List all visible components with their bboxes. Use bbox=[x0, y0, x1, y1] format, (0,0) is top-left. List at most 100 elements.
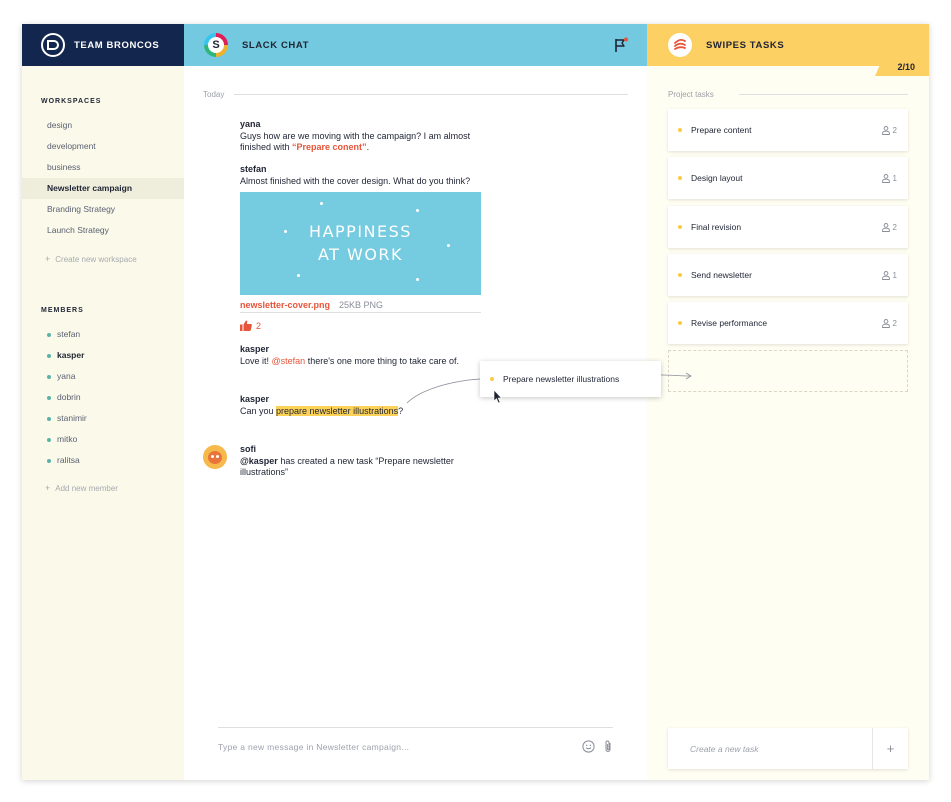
task-item[interactable]: Prepare content 2 bbox=[668, 109, 908, 151]
attachment-filename[interactable]: newsletter-cover.png bbox=[240, 300, 330, 310]
project-tasks-divider: Project tasks bbox=[668, 89, 908, 99]
dragging-task-card[interactable]: Prepare newsletter illustrations bbox=[480, 361, 661, 397]
task-counter-badge: 2/10 bbox=[875, 58, 929, 76]
new-task-box: + bbox=[668, 728, 908, 769]
message-sofi: sofi @kasper has created a new task “Pre… bbox=[240, 444, 480, 478]
member-item-yana[interactable]: yana bbox=[22, 366, 184, 387]
workspace-item-branding-strategy[interactable]: Branding Strategy bbox=[22, 199, 184, 220]
like-count: 2 bbox=[256, 320, 262, 331]
user-mention[interactable]: @stefan bbox=[272, 356, 306, 366]
day-divider: Today bbox=[203, 89, 628, 99]
workspace-item-launch-strategy[interactable]: Launch Strategy bbox=[22, 220, 184, 241]
workspace-item-business[interactable]: business bbox=[22, 157, 184, 178]
new-task-input[interactable] bbox=[668, 743, 872, 754]
task-dot bbox=[490, 377, 494, 381]
task-label: Design layout bbox=[691, 173, 743, 183]
day-label: Today bbox=[203, 89, 225, 99]
member-item-dobrin[interactable]: dobrin bbox=[22, 387, 184, 408]
status-dot bbox=[47, 374, 51, 379]
team-broncos-logo-icon bbox=[41, 33, 65, 57]
assignee-count: 2 bbox=[881, 125, 897, 135]
task-dot bbox=[678, 273, 682, 277]
person-icon bbox=[881, 125, 890, 135]
message-composer bbox=[218, 727, 613, 765]
member-name: stefan bbox=[57, 329, 81, 339]
person-icon bbox=[881, 318, 890, 328]
workspace-item-design[interactable]: design bbox=[22, 115, 184, 136]
member-item-stefan[interactable]: stefan bbox=[22, 324, 184, 345]
assignee-count: 2 bbox=[881, 223, 897, 232]
status-dot bbox=[47, 458, 51, 463]
app-window: TEAM BRONCOS WORKSPACES design developme… bbox=[22, 24, 929, 780]
task-item[interactable]: Send newsletter 1 bbox=[668, 254, 908, 296]
user-mention[interactable]: @kasper bbox=[240, 456, 278, 466]
chat-header: S SLACK CHAT bbox=[184, 24, 647, 66]
task-label: Send newsletter bbox=[691, 270, 752, 280]
add-task-button[interactable]: + bbox=[872, 728, 908, 769]
avatar-eye bbox=[216, 455, 219, 458]
divider-line bbox=[234, 93, 628, 95]
like-button[interactable]: 2 bbox=[240, 320, 261, 331]
sparkle bbox=[416, 209, 419, 212]
divider-line bbox=[738, 93, 908, 95]
smiley-icon[interactable] bbox=[582, 740, 595, 753]
message-text: Love it! @stefan there's one more thing … bbox=[240, 356, 459, 366]
swipes-logo-icon bbox=[668, 33, 692, 57]
message-text: Guys how are we moving with the campaign… bbox=[240, 131, 471, 152]
status-dot bbox=[47, 353, 51, 358]
member-name: mitko bbox=[57, 434, 78, 444]
member-name: dobrin bbox=[57, 392, 81, 402]
tasks-title: SWIPES TASKS bbox=[706, 39, 785, 51]
avatar[interactable] bbox=[203, 445, 227, 469]
status-dot bbox=[47, 416, 51, 421]
message-text: Almost finished with the cover design. W… bbox=[240, 176, 471, 186]
message-yana: yana Guys how are we moving with the cam… bbox=[240, 119, 490, 153]
task-drop-zone[interactable] bbox=[668, 350, 908, 392]
message-input[interactable] bbox=[218, 741, 582, 752]
workspace-item-development[interactable]: development bbox=[22, 136, 184, 157]
member-name: kasper bbox=[57, 350, 85, 360]
highlighted-selection[interactable]: prepare newsletter illustrations bbox=[276, 406, 399, 416]
member-name: yana bbox=[57, 371, 76, 381]
add-member-button[interactable]: + Add new member bbox=[22, 480, 184, 496]
member-item-stanimir[interactable]: stanimir bbox=[22, 408, 184, 429]
task-item[interactable]: Design layout 1 bbox=[668, 157, 908, 199]
dragging-task-label: Prepare newsletter illustrations bbox=[503, 374, 620, 384]
create-workspace-button[interactable]: + Create new workspace bbox=[22, 251, 184, 267]
attachment-info: newsletter-cover.png 25KB PNG bbox=[240, 297, 481, 313]
task-item[interactable]: Revise performance 2 bbox=[668, 302, 908, 344]
member-item-kasper[interactable]: kasper bbox=[22, 345, 184, 366]
attachment-meta: 25KB PNG bbox=[339, 299, 384, 310]
status-dot bbox=[47, 437, 51, 442]
member-item-mitko[interactable]: mitko bbox=[22, 429, 184, 450]
message-author: sofi bbox=[240, 444, 257, 454]
sidebar: TEAM BRONCOS WORKSPACES design developme… bbox=[22, 24, 184, 780]
member-list: stefan kasper yana dobrin stanimir mitko… bbox=[22, 324, 184, 471]
flag-icon[interactable] bbox=[613, 37, 629, 53]
paperclip-icon[interactable] bbox=[603, 740, 613, 753]
message-author: kasper bbox=[240, 344, 270, 354]
assignee-count: 1 bbox=[881, 174, 897, 183]
sparkle bbox=[416, 278, 419, 281]
image-caption: HAPPINESS AT WORK bbox=[309, 222, 412, 264]
task-link[interactable]: “Prepare conent” bbox=[292, 142, 367, 152]
attachment-image[interactable]: HAPPINESS AT WORK bbox=[240, 192, 481, 295]
add-member-label: Add new member bbox=[55, 484, 118, 493]
chat-panel: S SLACK CHAT Today yana Guys how are we … bbox=[184, 24, 647, 780]
workspace-item-newsletter-campaign[interactable]: Newsletter campaign bbox=[22, 178, 184, 199]
status-dot bbox=[47, 395, 51, 400]
team-header[interactable]: TEAM BRONCOS bbox=[22, 24, 184, 66]
assignee-count: 2 bbox=[881, 318, 897, 328]
message-text: @kasper has created a new task “Prepare … bbox=[240, 456, 454, 477]
sparkle bbox=[320, 202, 323, 205]
message-kasper-2: kasper Can you prepare newsletter illust… bbox=[240, 394, 500, 417]
sparkle bbox=[297, 274, 300, 277]
project-tasks-label: Project tasks bbox=[668, 89, 714, 99]
message-stefan: stefan Almost finished with the cover de… bbox=[240, 164, 520, 187]
task-label: Revise performance bbox=[691, 318, 768, 328]
plus-icon: + bbox=[45, 254, 51, 264]
member-item-ralitsa[interactable]: ralitsa bbox=[22, 450, 184, 471]
task-label: Prepare content bbox=[691, 125, 752, 135]
create-workspace-label: Create new workspace bbox=[55, 255, 137, 264]
task-item[interactable]: Final revision 2 bbox=[668, 206, 908, 248]
